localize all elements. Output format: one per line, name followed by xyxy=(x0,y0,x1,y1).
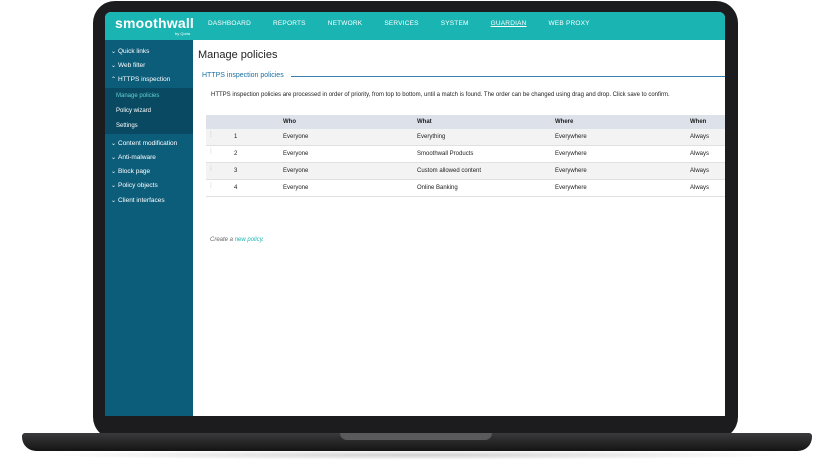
table-header: Who What Where When xyxy=(206,115,725,129)
sidebar-item-anti-malware[interactable]: ⌄ Anti-malware xyxy=(111,154,156,161)
sidebar-item-policy-objects[interactable]: ⌄ Policy objects xyxy=(111,182,158,189)
chevron-down-icon: ⌄ xyxy=(111,63,117,69)
row-priority: 4 xyxy=(234,185,238,191)
sidebar-item-quick-links[interactable]: ⌄ Quick links xyxy=(111,48,149,55)
row-priority: 3 xyxy=(234,168,238,174)
section-divider xyxy=(291,76,725,77)
page-title: Manage policies xyxy=(198,49,278,61)
brand-name: smoothwall xyxy=(115,15,195,31)
nav-reports[interactable]: REPORTS xyxy=(273,12,306,40)
row-what: Smoothwall Products xyxy=(417,151,474,157)
nav-dashboard[interactable]: DASHBOARD xyxy=(208,12,251,40)
chevron-down-icon: ⌄ xyxy=(111,49,117,55)
brand-subtitle: by Qoria xyxy=(175,31,191,36)
drag-handle-icon[interactable]: ⋮ xyxy=(208,149,214,158)
drag-handle-icon[interactable]: ⋮ xyxy=(208,183,214,192)
chevron-down-icon: ⌄ xyxy=(111,183,117,189)
row-when: Always xyxy=(690,151,710,157)
sidebar-subitem-policy-wizard[interactable]: Policy wizard xyxy=(116,108,151,114)
row-where: Everywhere xyxy=(555,185,587,191)
chevron-up-icon: ⌃ xyxy=(111,77,117,83)
laptop-shadow xyxy=(40,450,792,460)
nav-web-proxy[interactable]: WEB PROXY xyxy=(549,12,590,40)
column-header-where[interactable]: Where xyxy=(555,119,573,125)
chevron-down-icon: ⌄ xyxy=(111,141,117,147)
row-who: Everyone xyxy=(283,151,309,157)
nav-services[interactable]: SERVICES xyxy=(384,12,418,40)
brand-logo[interactable]: smoothwall by Qoria xyxy=(115,15,195,36)
chevron-down-icon: ⌄ xyxy=(111,169,117,175)
new-policy-link[interactable]: new policy. xyxy=(235,237,264,243)
row-who: Everyone xyxy=(283,168,309,174)
nav-guardian[interactable]: GUARDIAN xyxy=(491,12,527,40)
create-policy-text: Create a new policy. xyxy=(210,237,264,243)
row-when: Always xyxy=(690,134,710,140)
section-title: HTTPS inspection policies xyxy=(202,72,284,79)
column-header-when[interactable]: When xyxy=(690,119,706,125)
row-where: Everywhere xyxy=(555,134,587,140)
row-what: Custom allowed content xyxy=(417,168,482,174)
laptop-notch xyxy=(340,433,492,440)
sidebar-item-label: Content modification xyxy=(118,140,178,147)
sidebar-item-label: Web filter xyxy=(118,62,146,69)
table-row[interactable]: ⋮ 4 Everyone Online Banking Everywhere A… xyxy=(206,180,725,197)
table-row[interactable]: ⋮ 1 Everyone Everything Everywhere Alway… xyxy=(206,129,725,146)
app-screen: smoothwall by Qoria DASHBOARD REPORTS NE… xyxy=(105,12,725,416)
sidebar-item-label: Client interfaces xyxy=(118,197,165,204)
top-nav-bar: smoothwall by Qoria DASHBOARD REPORTS NE… xyxy=(105,12,725,40)
sidebar-item-label: Block page xyxy=(118,168,151,175)
row-when: Always xyxy=(690,185,710,191)
drag-handle-icon[interactable]: ⋮ xyxy=(208,132,214,141)
sidebar-item-web-filter[interactable]: ⌄ Web filter xyxy=(111,62,145,69)
sidebar-item-label: Anti-malware xyxy=(118,154,156,161)
row-where: Everywhere xyxy=(555,151,587,157)
sidebar-item-label: Quick links xyxy=(118,48,150,55)
column-header-who[interactable]: Who xyxy=(283,119,296,125)
sidebar-item-block-page[interactable]: ⌄ Block page xyxy=(111,168,150,175)
chevron-down-icon: ⌄ xyxy=(111,155,117,161)
chevron-down-icon: ⌄ xyxy=(111,198,117,204)
nav-system[interactable]: SYSTEM xyxy=(441,12,469,40)
row-priority: 1 xyxy=(234,134,238,140)
sidebar-subitem-manage-policies[interactable]: Manage policies xyxy=(116,93,159,99)
row-who: Everyone xyxy=(283,185,309,191)
row-priority: 2 xyxy=(234,151,238,157)
sidebar: ⌄ Quick links ⌄ Web filter ⌃ HTTPS inspecti… xyxy=(105,40,193,416)
row-when: Always xyxy=(690,168,710,174)
section-description: HTTPS inspection policies are processed … xyxy=(211,92,670,98)
sidebar-item-client-interfaces[interactable]: ⌄ Client interfaces xyxy=(111,197,165,204)
column-header-what[interactable]: What xyxy=(417,119,432,125)
sidebar-item-label: HTTPS inspection xyxy=(118,76,171,83)
row-what: Everything xyxy=(417,134,446,140)
sidebar-subitem-settings[interactable]: Settings xyxy=(116,123,138,129)
sidebar-subnav: Manage policies Policy wizard Settings xyxy=(105,88,193,134)
main-content: Manage policies HTTPS inspection policie… xyxy=(193,40,725,416)
sidebar-item-content-modification[interactable]: ⌄ Content modification xyxy=(111,140,177,147)
drag-handle-icon[interactable]: ⋮ xyxy=(208,166,214,175)
create-policy-prefix: Create a xyxy=(210,237,235,243)
nav-network[interactable]: NETWORK xyxy=(328,12,363,40)
row-where: Everywhere xyxy=(555,168,587,174)
sidebar-item-https-inspection[interactable]: ⌃ HTTPS inspection xyxy=(111,76,170,83)
table-row[interactable]: ⋮ 3 Everyone Custom allowed content Ever… xyxy=(206,163,725,180)
policies-table: Who What Where When ⋮ 1 Everyone Everyth… xyxy=(206,115,725,197)
sidebar-item-label: Policy objects xyxy=(118,182,158,189)
row-what: Online Banking xyxy=(417,185,458,191)
main-nav: DASHBOARD REPORTS NETWORK SERVICES SYSTE… xyxy=(208,12,612,40)
table-row[interactable]: ⋮ 2 Everyone Smoothwall Products Everywh… xyxy=(206,146,725,163)
row-who: Everyone xyxy=(283,134,309,140)
